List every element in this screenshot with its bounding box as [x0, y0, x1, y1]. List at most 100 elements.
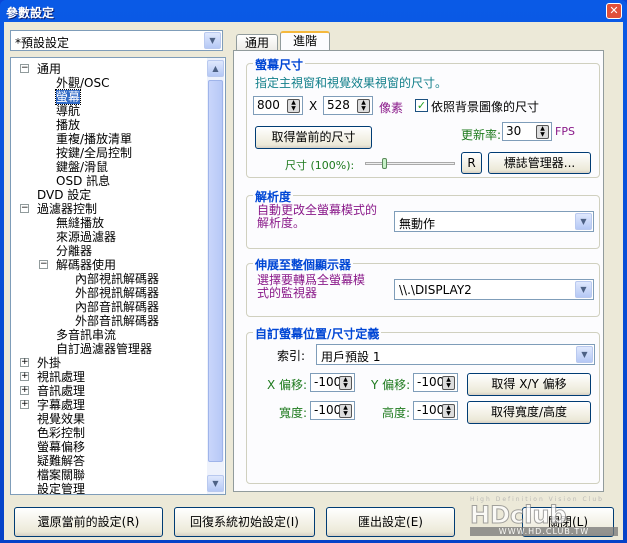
tab-general[interactable]: 通用 [236, 34, 278, 51]
expand-icon[interactable]: + [20, 400, 29, 409]
spin-icon[interactable]: ▲ ▼ [536, 125, 549, 139]
chevron-down-icon[interactable]: ▼ [204, 32, 221, 49]
tree-item[interactable]: 視訊處理 [37, 370, 85, 384]
tree-item[interactable]: 外觀/OSC [56, 76, 110, 90]
window-title: 參數設定 [6, 6, 55, 20]
tree-item[interactable]: 按鍵/全局控制 [56, 146, 132, 160]
tree-item[interactable]: 螢幕 [54, 89, 82, 105]
custom-title: 自訂螢幕位置/尺寸定義 [253, 325, 382, 342]
tree-items: 通用 − 外觀/OSC 螢幕 導航 播放 重複/播放清單 按鍵/全局控制 鍵盤/滑鼠 OSD 訊息… [11, 58, 207, 494]
reset-defaults-button[interactable]: 回復系統初始設定(I) [174, 507, 315, 537]
scroll-down-icon[interactable]: ▼ [207, 475, 224, 492]
expand-icon[interactable]: + [20, 372, 29, 381]
tree-item[interactable]: 外部音訊解碼器 [75, 314, 159, 328]
tree-item[interactable]: 重複/播放清單 [56, 132, 132, 146]
collapse-icon[interactable]: − [20, 64, 29, 73]
expand-icon[interactable]: + [20, 358, 29, 367]
watermark-tagline: High Definition Vision Club [470, 496, 604, 503]
x-offset-value: -100 [314, 375, 342, 389]
close-button[interactable]: 關閉(L) [522, 507, 614, 537]
export-settings-button[interactable]: 匯出設定(E) [326, 507, 455, 537]
tab-advanced[interactable]: 進階 [280, 31, 330, 51]
chevron-down-icon[interactable]: ▼ [576, 346, 593, 363]
y-offset-value: -100 [417, 375, 445, 389]
collapse-icon[interactable]: − [20, 204, 29, 213]
tree-item[interactable]: OSD 訊息 [56, 174, 110, 188]
refresh-value: 30 [506, 124, 522, 138]
tree-item[interactable]: 視覺效果 [37, 412, 85, 426]
tree-item[interactable]: 過濾器控制 [37, 202, 97, 216]
tree-item[interactable]: DVD 設定 [37, 188, 91, 202]
x-offset-label: X 偏移: [267, 378, 308, 392]
tree-scrollbar[interactable]: ▲ ▼ [207, 58, 224, 494]
expand-icon[interactable]: + [20, 386, 29, 395]
custom-width-stepper[interactable]: -100 ▲ ▼ [310, 401, 355, 420]
scroll-up-icon[interactable]: ▲ [207, 60, 224, 77]
close-window-button[interactable]: ✕ [606, 3, 622, 19]
refresh-stepper[interactable]: 30 ▲ ▼ [502, 122, 552, 141]
reset-size-button[interactable]: R [461, 152, 482, 174]
scroll-thumb[interactable] [208, 80, 223, 462]
tree-item[interactable]: 鍵盤/滑鼠 [56, 160, 108, 174]
x-offset-stepper[interactable]: -100 ▲ ▼ [310, 373, 355, 392]
custom-height-stepper[interactable]: -100 ▲ ▼ [413, 401, 458, 420]
custom-width-value: -100 [314, 403, 342, 417]
tree-item[interactable]: 色彩控制 [37, 426, 85, 440]
height-stepper[interactable]: 528 ▲ ▼ [323, 96, 373, 115]
tree-item[interactable]: 多音訊串流 [56, 328, 116, 342]
collapse-icon[interactable]: − [39, 260, 48, 269]
get-current-size-button[interactable]: 取得當前的尺寸 [255, 126, 372, 149]
x-label: X [309, 99, 318, 113]
tree-item[interactable]: 外部視訊解碼器 [75, 286, 159, 300]
monitor-select[interactable]: \\.\DISPLAY2 ▼ [394, 279, 594, 300]
tree-item[interactable]: 通用 [37, 62, 61, 76]
custom-height-value: -100 [417, 403, 445, 417]
fps-label: FPS [555, 125, 575, 138]
client-area: *預設設定 ▼ 通用 − 外觀/OSC 螢幕 導航 播放 重複/播放清單 按鍵/全局控制 鍵盤/… [4, 22, 623, 540]
custom-position-group: 自訂螢幕位置/尺寸定義 索引: 用戶預設 1 ▼ X 偏移: -100 ▲ ▼ Y 偏… [246, 325, 600, 484]
spin-icon[interactable]: ▲ ▼ [339, 376, 352, 390]
height-label: 高度: [382, 406, 411, 420]
tree-item[interactable]: 內部視訊解碼器 [75, 272, 159, 286]
logo-manager-button[interactable]: 標誌管理器... [488, 152, 591, 174]
restore-current-button[interactable]: 還原當前的設定(R) [14, 507, 163, 537]
spin-icon[interactable]: ▲ ▼ [442, 404, 455, 418]
stretch-desc: 選擇要轉爲全螢幕模式的監視器 [257, 273, 366, 300]
height-value: 528 [327, 98, 350, 112]
width-stepper[interactable]: 800 ▲ ▼ [253, 96, 303, 115]
spin-icon[interactable]: ▲ ▼ [287, 99, 300, 113]
tree-item[interactable]: 解碼器使用 [56, 258, 116, 272]
tree-item[interactable]: 字幕處理 [37, 398, 85, 412]
tree-item[interactable]: 播放 [56, 118, 80, 132]
tree-item[interactable]: 分離器 [56, 244, 92, 258]
preset-combo[interactable]: *預設設定 ▼ [10, 30, 223, 51]
spin-icon[interactable]: ▲ ▼ [442, 376, 455, 390]
tree-item[interactable]: 檔案關聯 [37, 468, 85, 482]
tree-item[interactable]: 來源過濾器 [56, 230, 116, 244]
tree-item[interactable]: 內部音訊解碼器 [75, 300, 159, 314]
chevron-down-icon[interactable]: ▼ [575, 281, 592, 298]
resolution-select[interactable]: 無動作 ▼ [394, 211, 594, 232]
spin-icon[interactable]: ▲ ▼ [357, 99, 370, 113]
slider-thumb[interactable] [382, 158, 387, 169]
tree-item[interactable]: 音訊處理 [37, 384, 85, 398]
chevron-down-icon[interactable]: ▼ [575, 213, 592, 230]
follow-bg-checkbox[interactable]: ✓ [415, 99, 428, 112]
tree-item[interactable]: 外掛 [37, 356, 61, 370]
index-select[interactable]: 用戶預設 1 ▼ [316, 344, 595, 365]
y-offset-stepper[interactable]: -100 ▲ ▼ [413, 373, 458, 392]
tree-item[interactable]: 設定管理 [37, 482, 85, 494]
size-slider[interactable] [365, 158, 455, 169]
tree-item[interactable]: 導航 [56, 104, 80, 118]
spin-icon[interactable]: ▲ ▼ [339, 404, 352, 418]
tree-item[interactable]: 疑難解答 [37, 454, 85, 468]
get-xy-offset-button[interactable]: 取得 X/Y 偏移 [467, 373, 591, 396]
get-width-height-button[interactable]: 取得寬度/高度 [467, 401, 591, 424]
tree-item[interactable]: 無縫播放 [56, 216, 104, 230]
tree-item[interactable]: 自訂過濾器管理器 [56, 342, 152, 356]
tree-item[interactable]: 螢幕偏移 [37, 440, 85, 454]
stretch-title: 伸展至整個顯示器 [253, 256, 354, 273]
refresh-label: 更新率: [461, 128, 502, 142]
width-value: 800 [257, 98, 280, 112]
screen-size-title: 螢幕尺寸 [253, 56, 306, 73]
